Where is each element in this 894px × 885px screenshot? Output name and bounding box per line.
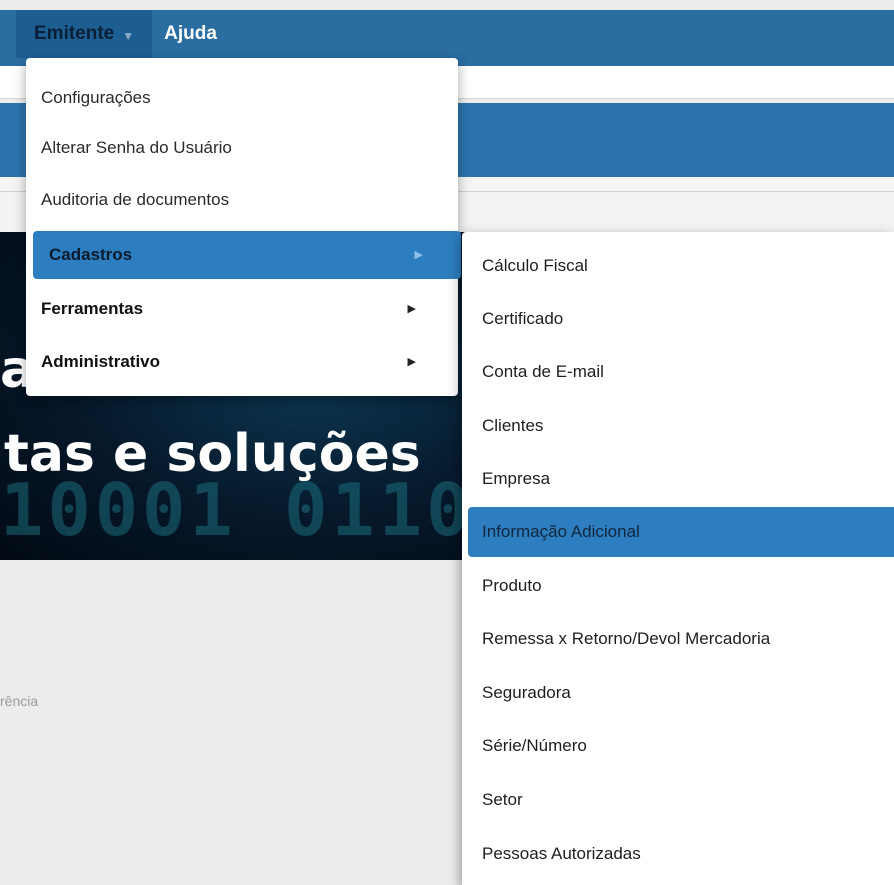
menu-item-configuracoes[interactable]: Configurações <box>26 72 458 124</box>
submenu-item-label: Informação Adicional <box>482 522 640 541</box>
submenu-item-label: Empresa <box>482 469 551 488</box>
submenu-arrow-icon: ▶ <box>414 248 423 261</box>
submenu-item-empresa[interactable]: Empresa <box>462 452 894 506</box>
menu-item-alterar-senha[interactable]: Alterar Senha do Usuário <box>26 122 458 174</box>
emitente-dropdown-menu: Configurações Alterar Senha do Usuário A… <box>26 58 461 396</box>
submenu-item-remessa-retorno[interactable]: Remessa x Retorno/Devol Mercadoria <box>462 612 894 666</box>
menu-item-auditoria[interactable]: Auditoria de documentos <box>26 174 458 226</box>
caret-down-icon: ▼ <box>122 28 135 43</box>
menu-item-administrativo[interactable]: Administrativo ▶ <box>26 336 458 388</box>
submenu-item-seguradora[interactable]: Seguradora <box>462 666 894 720</box>
menu-item-label: Cadastros <box>49 245 133 264</box>
submenu-arrow-icon: ▶ <box>407 302 416 315</box>
submenu-item-pessoas-autorizadas[interactable]: Pessoas Autorizadas <box>462 827 894 881</box>
submenu-item-label: Seguradora <box>482 683 571 702</box>
menu-item-label: Administrativo <box>41 352 161 371</box>
menu-item-cadastros[interactable]: Cadastros ▶ <box>33 231 461 279</box>
submenu-item-label: Clientes <box>482 416 544 435</box>
submenu-item-label: Produto <box>482 576 542 595</box>
content-fragment-text: rência <box>0 693 39 709</box>
submenu-item-label: Série/Número <box>482 736 587 755</box>
submenu-item-label: Conta de E-mail <box>482 362 604 381</box>
menu-item-label: Auditoria de documentos <box>41 190 230 209</box>
nav-ajuda-menu[interactable]: Ajuda <box>152 10 229 58</box>
submenu-item-label: Remessa x Retorno/Devol Mercadoria <box>482 629 771 648</box>
page: Emitente ▼ Ajuda 10001 0110 a tas e solu… <box>0 0 894 885</box>
submenu-item-informacao-adicional[interactable]: Informação Adicional <box>468 507 894 557</box>
nav-emitente-menu[interactable]: Emitente ▼ <box>16 10 153 58</box>
submenu-item-calculo-fiscal[interactable]: Cálculo Fiscal <box>462 239 894 293</box>
submenu-arrow-icon: ▶ <box>407 355 416 368</box>
menu-item-ferramentas[interactable]: Ferramentas ▶ <box>26 283 458 335</box>
banner-slogan: tas e soluções <box>4 424 421 484</box>
submenu-item-serie-numero[interactable]: Série/Número <box>462 719 894 773</box>
submenu-item-label: Setor <box>482 790 523 809</box>
submenu-item-label: Certificado <box>482 309 564 328</box>
nav-ajuda-label: Ajuda <box>164 23 217 44</box>
submenu-item-setor[interactable]: Setor <box>462 773 894 827</box>
submenu-item-conta-email[interactable]: Conta de E-mail <box>462 345 894 399</box>
submenu-item-clientes[interactable]: Clientes <box>462 399 894 453</box>
menu-item-label: Configurações <box>41 88 151 107</box>
submenu-item-label: Cálculo Fiscal <box>482 256 588 275</box>
menu-item-label: Alterar Senha do Usuário <box>41 138 232 157</box>
menu-item-label: Ferramentas <box>41 299 144 318</box>
submenu-item-produto[interactable]: Produto <box>462 559 894 613</box>
nav-emitente-label: Emitente <box>34 23 115 44</box>
submenu-item-label: Pessoas Autorizadas <box>482 844 641 863</box>
submenu-item-certificado[interactable]: Certificado <box>462 292 894 346</box>
cadastros-submenu: Cálculo Fiscal Certificado Conta de E-ma… <box>462 232 894 885</box>
